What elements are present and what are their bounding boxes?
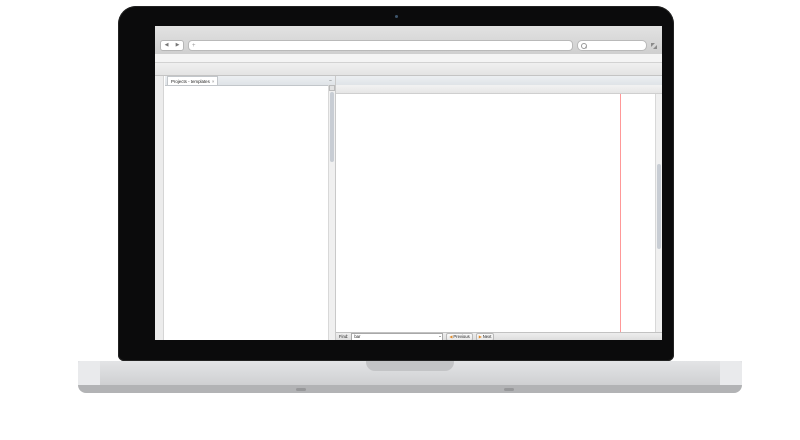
find-next-button[interactable]: ▶ Next [476,333,495,341]
find-input[interactable]: bar [351,333,443,341]
tab-projects[interactable]: Projects - templates × [167,76,218,85]
editor-scrollbar[interactable] [655,94,662,332]
nav-buttons[interactable]: ◀ ▶ [160,40,184,51]
minimize-panel-icon[interactable]: − [329,78,332,84]
right-margin-line [620,94,621,332]
menu-bar [155,54,662,63]
main-toolbar [155,63,662,76]
plus-icon: + [192,43,196,49]
resize-window-icon[interactable] [651,43,657,49]
window-controls [163,32,184,37]
rubber-foot [296,388,306,391]
editor-toolbar [336,85,662,94]
scrollbar-thumb[interactable] [657,164,662,249]
base-left-cap [78,361,100,385]
back-icon[interactable]: ◀ [165,43,169,48]
ide-main-area: Projects - templates × − [155,76,662,340]
laptop-base-bottom [78,385,742,393]
browser-chrome: ◀ ▶ + [155,26,662,55]
zoom-window-button[interactable] [179,32,184,37]
projects-panel: Projects - templates × − [165,76,335,340]
previous-arrow-icon: ◀ [449,334,452,339]
find-bar: Find: bar ◀ Previous ▶ Next [336,332,662,340]
close-window-button[interactable] [163,32,168,37]
scrollbar-thumb[interactable] [330,92,335,162]
next-arrow-icon: ▶ [479,334,482,339]
laptop-base [78,361,742,385]
base-right-cap [720,361,742,385]
webcam-icon [395,15,398,18]
search-input[interactable] [577,40,647,51]
minimized-panels-strip [155,76,164,340]
base-thumb-notch [366,361,454,371]
laptop-mockup: ◀ ▶ + [0,0,800,440]
minimize-window-button[interactable] [171,32,176,37]
rubber-foot [504,388,514,391]
editor-area: Find: bar ◀ Previous ▶ Next [336,76,662,340]
project-file-tree[interactable] [165,85,329,340]
find-previous-button[interactable]: ◀ Previous [446,333,472,341]
find-label: Find: [339,334,348,339]
forward-icon[interactable]: ▶ [176,43,180,48]
search-icon [581,43,587,49]
projects-scrollbar[interactable] [328,85,335,340]
laptop-screen-bezel: ◀ ▶ + [118,6,674,361]
address-bar-input[interactable]: + [188,40,573,51]
code-editor[interactable] [336,94,662,332]
screen-content: ◀ ▶ + [155,26,662,340]
close-icon[interactable]: × [212,79,215,84]
